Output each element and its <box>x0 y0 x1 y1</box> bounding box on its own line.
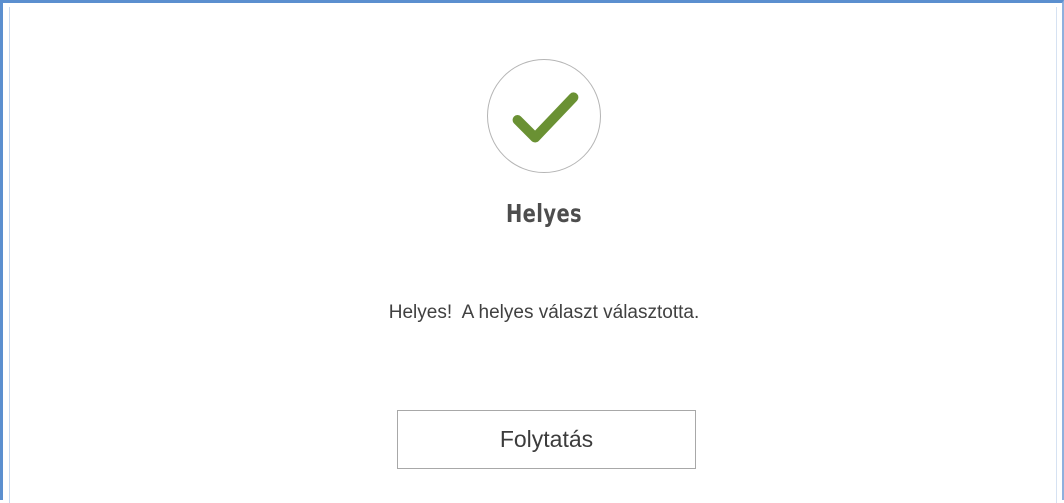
checkmark-icon <box>487 59 601 173</box>
result-message: Helyes! A helyes választ választotta. <box>388 302 700 323</box>
dialog-border-right <box>1056 7 1057 503</box>
continue-button[interactable]: Folytatás <box>397 410 696 469</box>
feedback-dialog: Helyes Helyes! A helyes választ választo… <box>0 0 1064 503</box>
result-title: Helyes <box>505 199 583 228</box>
dialog-border-left <box>9 7 10 503</box>
checkmark-icon-graphic <box>512 92 579 143</box>
